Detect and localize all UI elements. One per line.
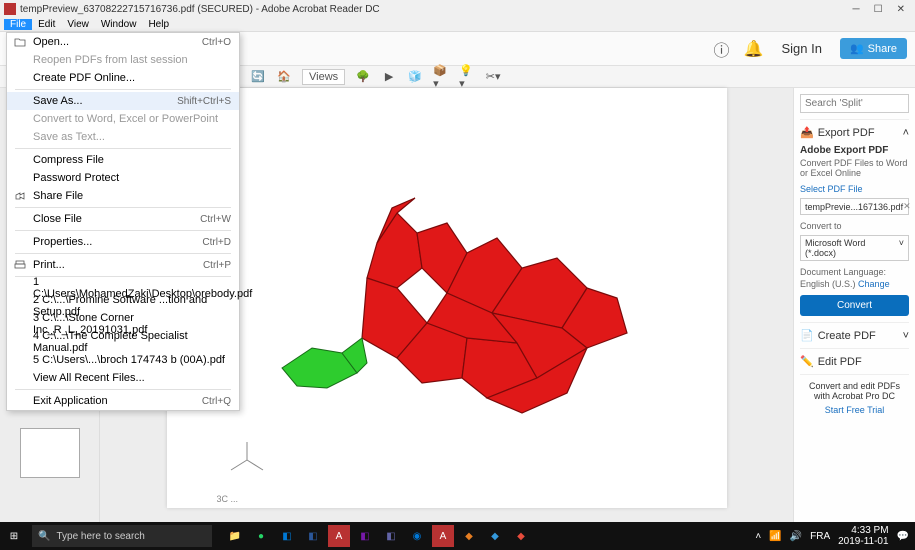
whatsapp-icon[interactable]: ● xyxy=(250,525,272,547)
select-pdf-link[interactable]: Select PDF File xyxy=(800,184,909,194)
minimize-button[interactable]: ─ xyxy=(853,4,860,15)
close-window-button[interactable]: ✕ xyxy=(897,4,905,15)
tray-chevron-icon[interactable]: ˄ xyxy=(755,531,761,542)
clock-date: 2019-11-01 xyxy=(838,536,888,547)
lang-value: English (U.S.) xyxy=(800,279,856,289)
tools-search-input[interactable] xyxy=(800,94,909,113)
menu-create-online[interactable]: Create PDF Online... xyxy=(7,69,239,87)
menu-window[interactable]: Window xyxy=(95,19,143,30)
home-icon[interactable]: 🏠 xyxy=(276,69,292,85)
menu-compress[interactable]: Compress File xyxy=(7,151,239,169)
export-pdf-section[interactable]: 📤 Export PDF ˄ xyxy=(800,126,909,139)
menu-save-as[interactable]: Save As...Shift+Ctrl+S xyxy=(7,92,239,110)
menu-exit[interactable]: Exit ApplicationCtrl+Q xyxy=(7,392,239,410)
folder-open-icon xyxy=(13,35,27,49)
start-trial-link[interactable]: Start Free Trial xyxy=(800,405,909,415)
edit-pdf-section[interactable]: ✏️ Edit PDF xyxy=(800,355,909,368)
search-icon: 🔍 xyxy=(38,531,50,542)
menubar: File Edit View Window Help xyxy=(0,18,915,32)
share-button[interactable]: 👥 Share xyxy=(840,38,907,59)
menu-properties[interactable]: Properties...Ctrl+D xyxy=(7,233,239,251)
doc-lang-label: Document Language: xyxy=(800,267,909,277)
menu-share-file[interactable]: Share File xyxy=(7,187,239,205)
menu-file[interactable]: File xyxy=(4,19,32,30)
chevron-down-icon: ˅ xyxy=(903,330,909,342)
action-center-icon[interactable]: 💬 xyxy=(897,531,909,542)
app-icon xyxy=(4,3,16,15)
maximize-button[interactable]: ☐ xyxy=(874,4,883,15)
clear-file-icon[interactable]: ✕ xyxy=(903,201,911,212)
menu-close-file[interactable]: Close FileCtrl+W xyxy=(7,210,239,228)
play-icon[interactable]: ▶ xyxy=(381,69,397,85)
tree-icon[interactable]: 🌳 xyxy=(355,69,371,85)
file-explorer-icon[interactable]: 📁 xyxy=(224,525,246,547)
menu-password[interactable]: Password Protect xyxy=(7,169,239,187)
print-icon xyxy=(13,258,27,272)
start-button[interactable]: ⊞ xyxy=(0,531,28,542)
export-subtext: Convert PDF Files to Word or Excel Onlin… xyxy=(800,158,909,178)
menu-recent-5[interactable]: 5 C:\Users\...\broch 174743 b (00A).pdf xyxy=(7,351,239,369)
notification-icon[interactable]: 🔔 xyxy=(743,39,763,59)
edge-icon[interactable]: ◉ xyxy=(406,525,428,547)
promo-text: Convert and edit PDFs with Acrobat Pro D… xyxy=(800,381,909,401)
create-pdf-section[interactable]: 📄 Create PDF ˅ xyxy=(800,329,909,342)
edit-pdf-icon: ✏️ xyxy=(800,355,814,368)
onenote-icon[interactable]: ◧ xyxy=(354,525,376,547)
acrobat-icon[interactable]: A xyxy=(432,525,454,547)
window-titlebar: tempPreview_63708222715716736.pdf (SECUR… xyxy=(0,0,915,18)
convert-to-label: Convert to xyxy=(800,221,909,231)
doc-footer-text: 3C ... xyxy=(217,494,717,504)
adobe-export-heading: Adobe Export PDF xyxy=(800,145,909,156)
outlook-icon[interactable]: ◧ xyxy=(276,525,298,547)
tray-language[interactable]: FRA xyxy=(810,531,830,542)
misc-app2-icon[interactable]: ◆ xyxy=(484,525,506,547)
convert-button[interactable]: Convert xyxy=(800,295,909,316)
crosssection-icon[interactable]: ✂▾ xyxy=(485,69,501,85)
create-pdf-icon: 📄 xyxy=(800,329,814,342)
format-select[interactable]: Microsoft Word (*.docx)˅ xyxy=(800,235,909,261)
tray-volume-icon[interactable]: 🔊 xyxy=(790,531,802,542)
file-menu-dropdown: Open...Ctrl+O Reopen PDFs from last sess… xyxy=(6,32,240,411)
chevron-down-icon: ˅ xyxy=(899,238,904,258)
misc-app3-icon[interactable]: ◆ xyxy=(510,525,532,547)
change-lang-link[interactable]: Change xyxy=(858,279,890,289)
axis-gizmo-icon xyxy=(227,440,267,480)
teams-icon[interactable]: ◧ xyxy=(380,525,402,547)
selected-file-box: tempPrevie...167136.pdf ✕ xyxy=(800,198,909,215)
chevron-up-icon: ˄ xyxy=(903,127,909,139)
menu-convert-office: Convert to Word, Excel or PowerPoint xyxy=(7,110,239,128)
rotate-icon[interactable]: 🔄 xyxy=(250,69,266,85)
help-icon[interactable]: ⓘ xyxy=(711,39,731,59)
menu-view[interactable]: View xyxy=(61,19,95,30)
box-options-icon[interactable]: 📦▾ xyxy=(433,69,449,85)
share-icon: 👥 xyxy=(850,42,864,55)
menu-help[interactable]: Help xyxy=(142,19,175,30)
word-icon[interactable]: ◧ xyxy=(302,525,324,547)
menu-reopen: Reopen PDFs from last session xyxy=(7,51,239,69)
clock-time[interactable]: 4:33 PM xyxy=(838,525,888,536)
window-title: tempPreview_63708222715716736.pdf (SECUR… xyxy=(20,4,853,15)
menu-print[interactable]: Print...Ctrl+P xyxy=(7,256,239,274)
menu-view-all-recent[interactable]: View All Recent Files... xyxy=(7,369,239,387)
menu-save-text: Save as Text... xyxy=(7,128,239,146)
lighting-icon[interactable]: 💡▾ xyxy=(459,69,475,85)
page-thumbnail[interactable] xyxy=(20,428,80,478)
autocad-icon[interactable]: A xyxy=(328,525,350,547)
cube-icon[interactable]: 🧊 xyxy=(407,69,423,85)
menu-recent-4[interactable]: 4 C:\...\The Complete Specialist Manual.… xyxy=(7,333,239,351)
misc-app-icon[interactable]: ◆ xyxy=(458,525,480,547)
share-small-icon xyxy=(13,189,27,203)
views-dropdown[interactable]: Views xyxy=(302,69,345,85)
sign-in-link[interactable]: Sign In xyxy=(775,41,827,56)
menu-open[interactable]: Open...Ctrl+O xyxy=(7,33,239,51)
export-pdf-icon: 📤 xyxy=(800,126,814,139)
windows-taskbar: ⊞ 🔍 Type here to search 📁 ● ◧ ◧ A ◧ ◧ ◉ … xyxy=(0,522,915,550)
menu-edit[interactable]: Edit xyxy=(32,19,61,30)
tools-side-panel: 📤 Export PDF ˄ Adobe Export PDF Convert … xyxy=(793,88,915,522)
tray-network-icon[interactable]: 📶 xyxy=(769,531,781,542)
taskbar-search[interactable]: 🔍 Type here to search xyxy=(32,525,212,547)
